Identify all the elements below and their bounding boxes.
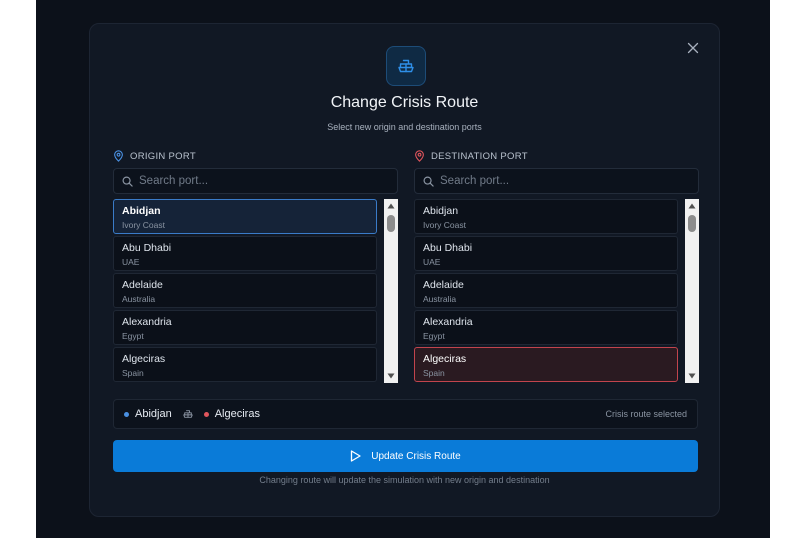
scrollbar-thumb[interactable] xyxy=(688,215,696,232)
destination-port-label: DESTINATION PORT xyxy=(431,150,528,162)
arrow-up-icon xyxy=(387,203,395,209)
summary-destination: Algeciras xyxy=(203,408,260,420)
origin-port-item[interactable]: Algeciras Spain xyxy=(113,347,377,382)
update-route-button[interactable]: Update Crisis Route xyxy=(113,440,698,472)
port-country: UAE xyxy=(423,257,441,267)
destination-port-item[interactable]: Adelaide Australia xyxy=(414,273,678,308)
destination-list-scrollbar[interactable] xyxy=(685,199,699,383)
port-city: Abu Dhabi xyxy=(423,242,473,254)
origin-port-list-container: Abidjan Ivory Coast Abu Dhabi UAE Adelai… xyxy=(113,199,398,383)
map-pin-icon xyxy=(415,150,424,162)
scroll-up-button[interactable] xyxy=(384,199,398,213)
scrollbar-thumb[interactable] xyxy=(387,215,395,232)
destination-search-input[interactable] xyxy=(440,175,680,187)
port-city: Alexandria xyxy=(423,316,473,328)
scroll-down-button[interactable] xyxy=(384,369,398,383)
port-city: Adelaide xyxy=(423,279,464,291)
origin-port-label: ORIGIN PORT xyxy=(130,150,196,162)
port-city: Algeciras xyxy=(122,353,166,365)
ship-icon xyxy=(183,410,193,418)
port-country: Egypt xyxy=(423,331,445,341)
arrow-down-icon xyxy=(387,373,395,379)
modal-subtitle: Select new origin and destination ports xyxy=(327,122,482,132)
port-city: Abidjan xyxy=(122,205,161,217)
arrow-up-icon xyxy=(688,203,696,209)
origin-port-list: Abidjan Ivory Coast Abu Dhabi UAE Adelai… xyxy=(113,199,377,383)
close-icon[interactable] xyxy=(685,40,701,56)
port-city: Abu Dhabi xyxy=(122,242,172,254)
origin-port-item[interactable]: Abidjan Ivory Coast xyxy=(113,199,377,234)
port-country: Ivory Coast xyxy=(122,220,165,230)
route-status: Crisis route selected xyxy=(605,409,687,419)
route-summary: Abidjan Algeciras Crisis route selected xyxy=(113,399,698,429)
summary-ship xyxy=(182,408,194,420)
update-route-label: Update Crisis Route xyxy=(371,450,461,462)
port-country: Australia xyxy=(423,294,457,304)
destination-port-column: DESTINATION PORT Abidjan Ivory Coast Abu… xyxy=(414,149,699,383)
summary-origin-name: Abidjan xyxy=(135,408,172,420)
origin-port-item[interactable]: Abu Dhabi UAE xyxy=(113,236,377,271)
scroll-down-button[interactable] xyxy=(685,369,699,383)
search-icon xyxy=(122,176,133,187)
change-route-modal: Change Crisis Route Select new origin an… xyxy=(89,23,720,517)
destination-search-box[interactable] xyxy=(414,168,699,194)
origin-port-column: ORIGIN PORT Abidjan Ivory Coast Abu Dhab… xyxy=(113,149,398,383)
port-city: Adelaide xyxy=(122,279,163,291)
destination-port-list: Abidjan Ivory Coast Abu Dhabi UAE Adelai… xyxy=(414,199,678,383)
destination-port-item[interactable]: Algeciras Spain xyxy=(414,347,678,382)
destination-port-item[interactable]: Abu Dhabi UAE xyxy=(414,236,678,271)
update-footnote: Changing route will update the simulatio… xyxy=(259,475,550,485)
ship-icon xyxy=(398,59,414,73)
scroll-up-button[interactable] xyxy=(685,199,699,213)
port-country: UAE xyxy=(122,257,140,267)
origin-port-item[interactable]: Alexandria Egypt xyxy=(113,310,377,345)
port-country: Egypt xyxy=(122,331,144,341)
map-pin-icon xyxy=(114,150,123,162)
play-icon xyxy=(351,450,361,462)
origin-search-box[interactable] xyxy=(113,168,398,194)
summary-destination-name: Algeciras xyxy=(214,408,260,420)
destination-port-label-row: DESTINATION PORT xyxy=(414,149,699,163)
port-country: Spain xyxy=(122,368,144,378)
origin-dot xyxy=(124,411,129,417)
port-country: Spain xyxy=(423,368,445,378)
port-country: Ivory Coast xyxy=(423,220,466,230)
close-button[interactable] xyxy=(685,40,701,56)
modal-title: Change Crisis Route xyxy=(330,94,479,111)
destination-port-list-container: Abidjan Ivory Coast Abu Dhabi UAE Adelai… xyxy=(414,199,699,383)
destination-dot xyxy=(203,411,209,417)
destination-port-item[interactable]: Abidjan Ivory Coast xyxy=(414,199,678,234)
destination-port-item[interactable]: Alexandria Egypt xyxy=(414,310,678,345)
port-city: Abidjan xyxy=(423,205,459,217)
arrow-down-icon xyxy=(688,373,696,379)
summary-origin: Abidjan xyxy=(124,408,172,420)
origin-port-label-row: ORIGIN PORT xyxy=(113,149,398,163)
origin-search-input[interactable] xyxy=(139,175,379,187)
search-icon xyxy=(423,176,434,187)
port-city: Alexandria xyxy=(122,316,172,328)
port-city: Algeciras xyxy=(423,353,467,365)
origin-port-item[interactable]: Adelaide Australia xyxy=(113,273,377,308)
port-country: Australia xyxy=(122,294,156,304)
origin-list-scrollbar[interactable] xyxy=(384,199,398,383)
header-ship-badge xyxy=(386,46,426,86)
